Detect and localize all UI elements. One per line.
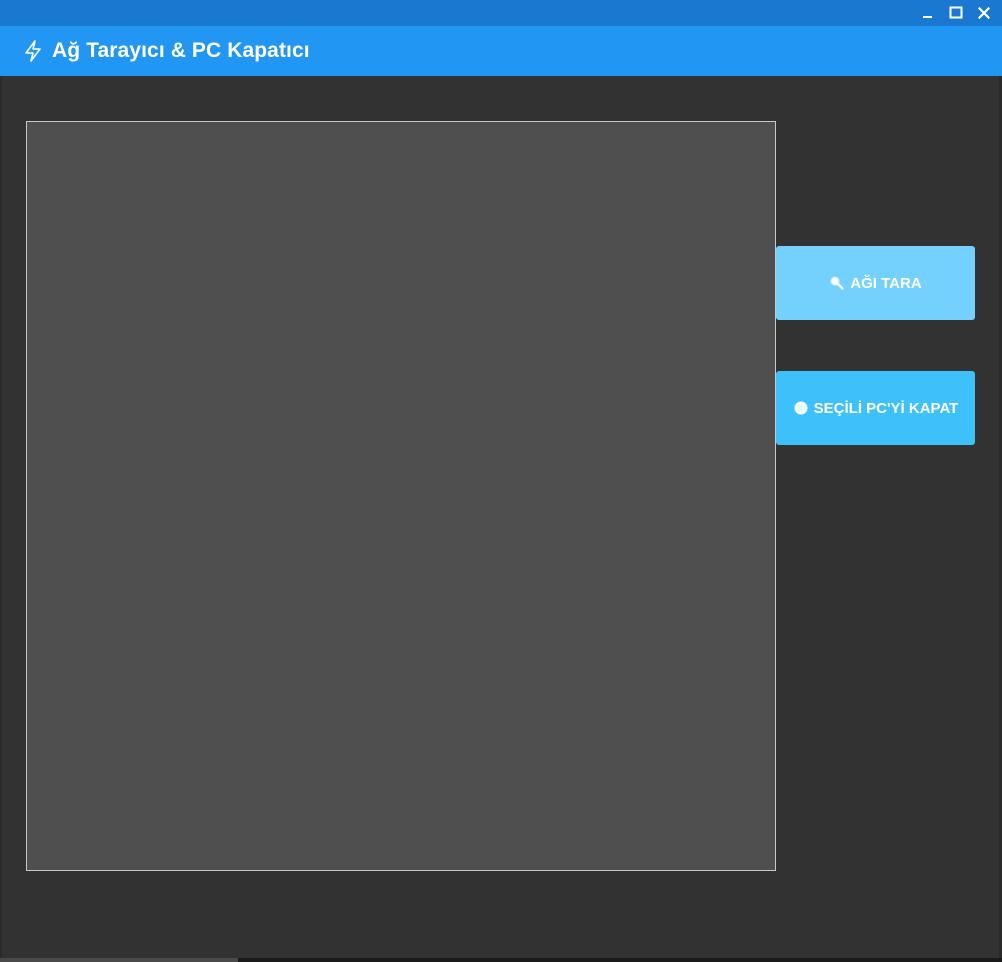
scan-network-button[interactable]: AĞI TARA [776, 246, 975, 320]
window-bottom-edge-highlight [0, 958, 238, 962]
minimize-icon[interactable] [920, 5, 936, 21]
scan-network-label: AĞI TARA [850, 274, 922, 292]
window-titlebar[interactable] [0, 0, 1002, 26]
device-list[interactable] [26, 121, 776, 871]
power-dot-icon [793, 400, 809, 416]
shutdown-selected-label: SEÇİLİ PC'Yİ KAPAT [813, 399, 959, 417]
app-title: Ağ Tarayıcı & PC Kapatıcı [52, 39, 310, 62]
magnifier-icon [829, 275, 845, 291]
lightning-bolt-icon [22, 40, 44, 62]
close-icon[interactable] [976, 5, 992, 21]
maximize-icon[interactable] [948, 5, 964, 21]
app-header: Ağ Tarayıcı & PC Kapatıcı [0, 26, 1002, 76]
window-left-edge [0, 76, 2, 958]
window-controls [920, 2, 992, 24]
shutdown-selected-button[interactable]: SEÇİLİ PC'Yİ KAPAT [776, 371, 975, 445]
app-window: Ağ Tarayıcı & PC Kapatıcı AĞI TARA SEÇİL… [0, 0, 1002, 962]
